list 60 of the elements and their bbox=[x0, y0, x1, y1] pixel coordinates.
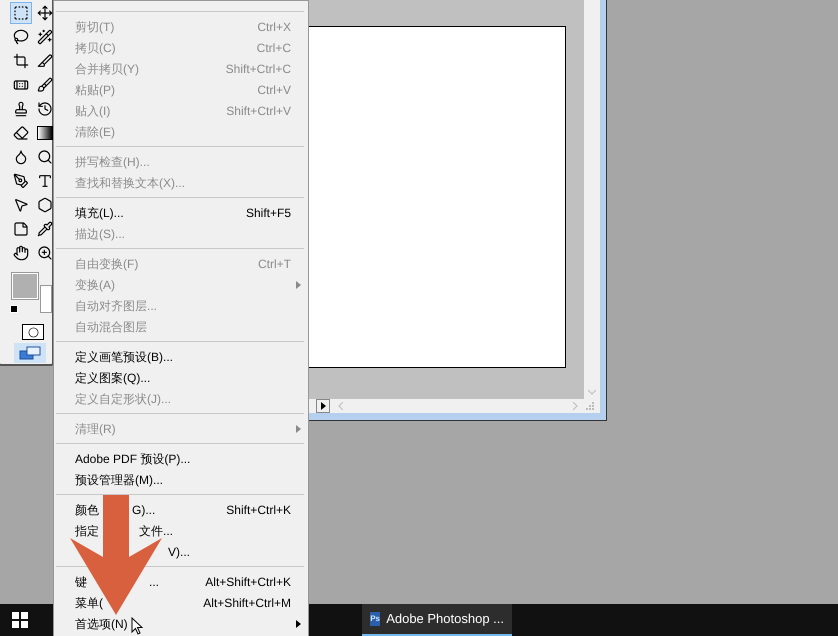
crop-tool-icon[interactable] bbox=[13, 53, 29, 69]
eyedropper-tool-icon[interactable] bbox=[37, 221, 53, 237]
lasso-tool-icon[interactable] bbox=[13, 29, 29, 45]
menu-item-label[interactable]: G)... bbox=[132, 500, 156, 518]
select-tool-icon[interactable] bbox=[13, 197, 29, 213]
shortcut-label: Shift+Ctrl+V bbox=[226, 102, 291, 120]
pen-tool-icon[interactable] bbox=[13, 173, 29, 189]
menu-item-label[interactable]: 填充(L)... bbox=[75, 204, 124, 222]
menu-item-label[interactable]: 首选项(N) bbox=[75, 614, 128, 632]
shortcut-label: Ctrl+T bbox=[258, 256, 291, 272]
menu-item-label[interactable]: 文件... bbox=[139, 522, 174, 540]
menu-item-label[interactable]: 颜色 bbox=[75, 500, 99, 518]
foreground-color-swatch[interactable] bbox=[12, 273, 38, 299]
menu-item-label[interactable]: V)... bbox=[168, 542, 190, 560]
play-button[interactable] bbox=[316, 399, 330, 413]
taskbar-button[interactable]: Ps Adobe Photoshop ... bbox=[362, 604, 512, 636]
shape-tool-icon[interactable] bbox=[37, 197, 53, 213]
resize-grip-icon[interactable] bbox=[586, 402, 594, 410]
move-tool-icon[interactable] bbox=[37, 5, 53, 21]
marquee-tool-icon[interactable] bbox=[13, 5, 29, 21]
circle-icon bbox=[28, 326, 38, 338]
menu-item-label[interactable]: 指定 bbox=[75, 522, 99, 540]
shortcut-label: Alt+Shift+Ctrl+M bbox=[203, 594, 291, 612]
screen-mode-button[interactable] bbox=[14, 343, 46, 363]
menu-item-label[interactable]: ... bbox=[149, 572, 160, 590]
slice-tool-icon[interactable] bbox=[37, 53, 53, 69]
app-icon: Ps bbox=[370, 612, 380, 626]
menu-item-label[interactable]: Adobe PDF 预设(P)... bbox=[75, 450, 190, 468]
stamp-tool-icon[interactable] bbox=[13, 101, 29, 117]
brush-tool-icon[interactable] bbox=[37, 77, 53, 93]
shortcut-label: Shift+Ctrl+C bbox=[226, 60, 291, 78]
shortcut-label: Ctrl+C bbox=[256, 40, 291, 56]
default-colors-icon[interactable] bbox=[10, 305, 18, 313]
mouse-cursor-icon bbox=[131, 617, 143, 635]
notes-tool-icon[interactable] bbox=[13, 221, 29, 237]
eraser-tool-icon[interactable] bbox=[13, 125, 29, 141]
menu-item-label[interactable]: 定义图案(Q)... bbox=[75, 368, 150, 386]
vertical-scrollbar[interactable] bbox=[584, 0, 600, 399]
shortcut-label: Shift+F5 bbox=[246, 204, 291, 222]
type-tool-icon[interactable] bbox=[37, 173, 53, 189]
shortcut-label: Alt+Shift+Ctrl+K bbox=[205, 574, 291, 590]
windows-icon bbox=[19, 346, 41, 360]
taskbar-label: Adobe Photoshop ... bbox=[386, 610, 504, 628]
menu-item-label[interactable]: 键 bbox=[75, 572, 87, 590]
triangle-icon bbox=[320, 402, 326, 410]
shortcut-label: Ctrl+X bbox=[257, 18, 291, 36]
menu-item-label[interactable]: 菜单( bbox=[75, 594, 103, 612]
gradient-tool-icon[interactable] bbox=[37, 126, 53, 140]
wand-tool-icon[interactable] bbox=[37, 29, 53, 45]
menu-item-label[interactable]: 预设管理器(M)... bbox=[75, 470, 163, 488]
shortcut-label: Ctrl+V bbox=[257, 82, 291, 98]
history-tool-icon[interactable] bbox=[37, 101, 53, 117]
background-color-swatch[interactable] bbox=[40, 285, 52, 313]
zoom-tool-icon[interactable] bbox=[37, 245, 53, 261]
quick-mask-button[interactable] bbox=[22, 324, 44, 340]
blur-tool-icon[interactable] bbox=[13, 149, 29, 165]
shortcut-label: Shift+Ctrl+K bbox=[226, 502, 291, 518]
hand-tool-icon[interactable] bbox=[13, 245, 29, 261]
windows-logo-icon bbox=[12, 612, 28, 628]
menu-item-label[interactable]: 定义画笔预设(B)... bbox=[75, 348, 173, 366]
